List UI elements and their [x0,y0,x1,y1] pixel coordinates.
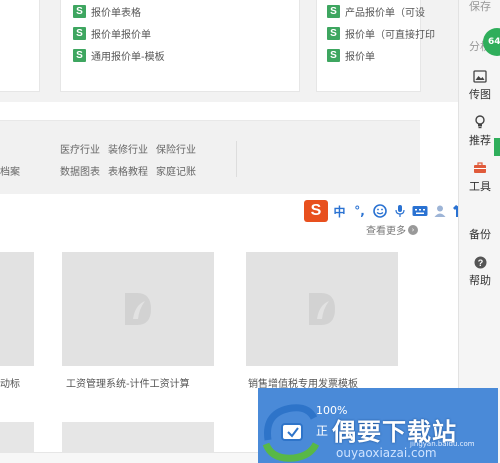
template-label: 报价单 [345,51,375,63]
category-link[interactable]: 表格教程 [108,163,148,178]
emoji-icon[interactable] [371,202,388,220]
image-upload-icon [472,68,488,84]
watermark-logo-icon [262,404,320,462]
category-link[interactable]: 装修行业 [108,141,148,156]
see-more-label: 查看更多 [366,226,406,237]
sheet-icon: S [327,48,340,62]
template-thumbnail[interactable] [62,252,214,366]
status-bar [0,452,258,463]
template-item[interactable]: S 产品报价单（可设 [327,3,425,19]
see-more-link[interactable]: 查看更多 › [366,222,418,237]
sidebar-item-save[interactable]: 保存 [459,0,500,14]
sidebar-label: 备份 [469,228,491,241]
cloud-icon [472,208,488,224]
watermark-url: ouyaoxiazai.com [336,446,437,460]
category-link[interactable]: 家庭记账 [156,163,196,178]
sidebar-label: 工具 [469,180,491,193]
placeholder-logo-icon [125,293,151,325]
template-label: 产品报价单（可设 [345,7,425,19]
placeholder-logo-icon [309,293,335,325]
template-card-right: S 产品报价单（可设 S 报价单（可直接打印 S 报价单 [316,0,435,92]
ime-mode-button[interactable]: 中 [331,202,348,220]
sidebar-item-backup[interactable]: 备份 [459,208,500,242]
sheet-icon: S [73,26,86,40]
sheet-icon: S [327,26,340,40]
thumbnail-title[interactable]: 动标 [0,375,20,390]
chevron-right-icon: › [408,224,418,235]
template-item[interactable]: S 报价单 [327,47,375,63]
sogou-logo-icon[interactable]: S [304,200,328,222]
template-item[interactable]: S 报价单报价单 [73,25,151,41]
template-area: S 报价单表格 S 报价单报价单 S 通用报价单-模板 S 产品报价单（可设 S… [0,0,458,102]
template-item[interactable]: S 报价单（可直接打印 [327,25,435,41]
svg-text:?: ? [477,258,483,268]
sidebar-label: 保存 [469,0,491,13]
microphone-icon[interactable] [391,202,408,220]
sheet-icon: S [73,4,86,18]
template-label: 报价单报价单 [91,29,151,41]
category-link[interactable]: 档案 [0,163,20,178]
sheet-icon: S [73,48,86,62]
toolbox-icon [472,160,488,176]
template-card-middle: S 报价单表格 S 报价单报价单 S 通用报价单-模板 [60,0,300,92]
template-label: 报价单（可直接打印 [345,29,435,41]
template-item[interactable]: S 通用报价单-模板 [73,47,165,63]
category-bar: 医疗行业 装修行业 保险行业 档案 数据图表 表格教程 家庭记账 [0,120,420,194]
help-icon: ? [472,254,488,270]
template-thumbnail[interactable] [0,252,34,366]
template-card-left[interactable] [0,0,40,92]
sidebar-item-send-image[interactable]: 传图 [459,68,500,102]
sidebar-item-tools[interactable]: 工具 [459,160,500,194]
sidebar-item-help[interactable]: ? 帮助 [459,254,500,288]
template-label: 通用报价单-模板 [91,51,165,63]
sidebar-label: 帮助 [469,274,491,287]
sidebar-label: 推荐 [469,134,491,147]
category-link[interactable]: 数据图表 [60,163,100,178]
category-link[interactable]: 医疗行业 [60,141,100,156]
divider [236,141,237,177]
ime-punctuation-button[interactable]: °, [351,202,368,220]
keyboard-icon[interactable] [411,202,428,220]
sidebar-label: 传图 [469,88,491,101]
user-icon[interactable] [431,202,448,220]
template-thumbnail[interactable] [246,252,398,366]
collapse-tab[interactable] [494,138,500,156]
sheet-icon: S [327,4,340,18]
thumbnail-title[interactable]: 工资管理系统-计件工资计算 [66,375,190,390]
template-item[interactable]: S 报价单表格 [73,3,141,19]
category-link[interactable]: 保险行业 [156,141,196,156]
lightbulb-icon [472,114,488,130]
template-label: 报价单表格 [91,7,141,19]
